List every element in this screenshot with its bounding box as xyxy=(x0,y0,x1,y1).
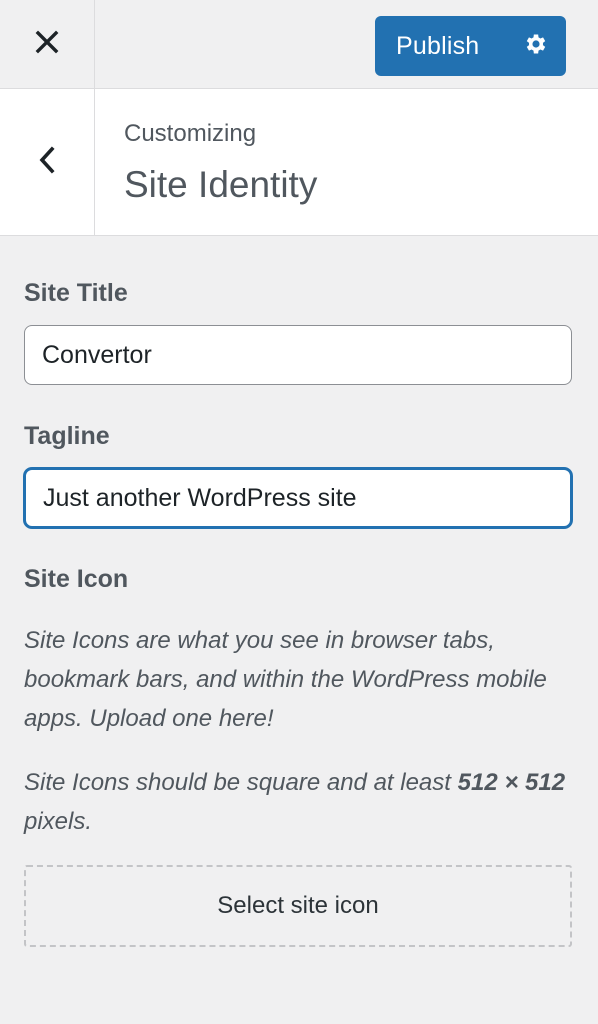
size-note-prefix: Site Icons should be square and at least xyxy=(24,769,458,796)
close-button[interactable] xyxy=(0,0,95,88)
site-title-label: Site Title xyxy=(24,279,128,307)
site-identity-form: Site Title Tagline Site Icon Site Icons … xyxy=(24,236,572,947)
customizer-top-bar: Publish xyxy=(0,0,598,89)
site-title-input[interactable] xyxy=(24,325,572,385)
publish-button-group: Publish xyxy=(375,16,566,76)
section-header-text: Customizing Site Identity xyxy=(124,119,317,207)
section-title: Site Identity xyxy=(124,164,318,205)
publish-button[interactable]: Publish xyxy=(375,16,506,76)
publish-settings-button[interactable] xyxy=(506,16,566,76)
section-subtitle: Customizing xyxy=(124,120,257,147)
site-icon-label: Site Icon xyxy=(24,565,129,593)
size-note-dimensions: 512 × 512 xyxy=(457,769,566,796)
gear-icon xyxy=(523,31,549,62)
chevron-left-icon xyxy=(37,145,57,179)
site-icon-description: Site Icons are what you see in browser t… xyxy=(24,627,547,732)
tagline-input[interactable] xyxy=(24,468,572,528)
close-icon xyxy=(35,30,59,59)
back-button[interactable] xyxy=(0,89,95,235)
site-icon-size-note: Site Icons should be square and at least… xyxy=(24,763,572,841)
select-site-icon-button[interactable]: Select site icon xyxy=(24,865,572,947)
size-note-suffix: pixels. xyxy=(24,808,93,835)
tagline-label: Tagline xyxy=(24,422,110,450)
section-header: Customizing Site Identity xyxy=(0,89,598,236)
